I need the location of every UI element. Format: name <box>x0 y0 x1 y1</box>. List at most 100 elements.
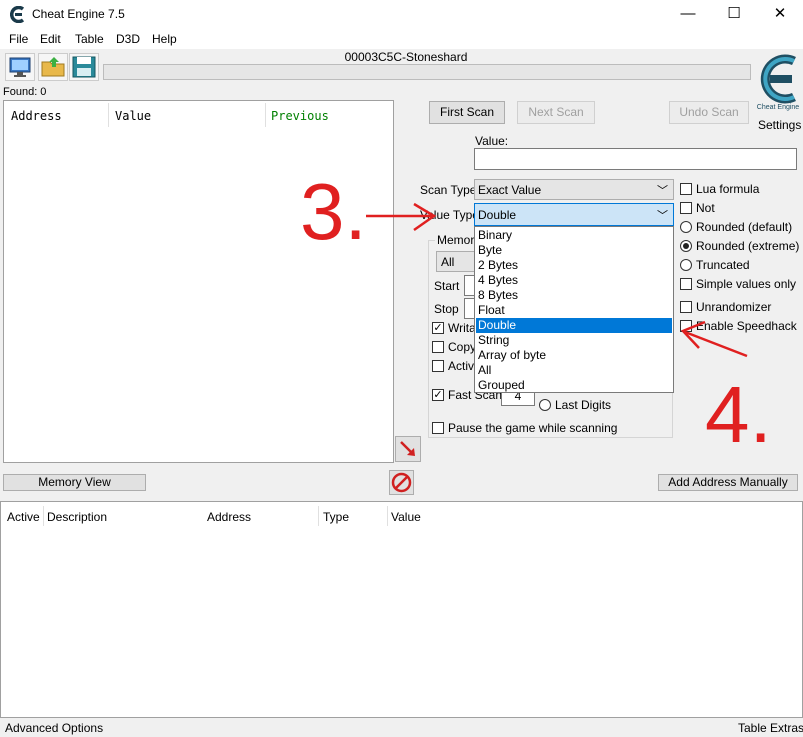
scan-type-select[interactable]: Exact Value ﹀ <box>474 179 674 200</box>
cheat-engine-logo-icon <box>9 5 26 24</box>
memory-region-value: All <box>441 255 455 269</box>
option-string[interactable]: String <box>476 333 672 348</box>
annotation-step-3: 3. <box>300 167 367 256</box>
last-digits-radio[interactable] <box>539 399 551 411</box>
next-scan-button[interactable]: Next Scan <box>517 101 595 124</box>
option-8-bytes[interactable]: 8 Bytes <box>476 288 672 303</box>
simple-values-checkbox[interactable] <box>680 278 692 290</box>
select-process-button[interactable] <box>5 53 35 81</box>
value-label: Value: <box>475 134 509 148</box>
address-list-column-value[interactable]: Value <box>391 510 421 524</box>
rounded-default-label: Rounded (default) <box>696 220 793 234</box>
first-scan-button[interactable]: First Scan <box>429 101 505 124</box>
stop-address-input[interactable] <box>464 298 474 319</box>
window-title: Cheat Engine 7.5 <box>32 7 125 21</box>
column-divider <box>318 506 319 526</box>
table-extras-link[interactable]: Table Extras <box>738 721 803 735</box>
annotation-arrow-up-left-icon <box>680 320 748 358</box>
clear-list-button[interactable] <box>389 470 414 495</box>
unrandomizer-label: Unrandomizer <box>696 300 772 314</box>
column-divider <box>108 103 109 127</box>
found-count: Found: 0 <box>3 86 47 98</box>
close-button[interactable]: ✕ <box>757 0 803 30</box>
lua-formula-label: Lua formula <box>696 182 760 196</box>
advanced-options-link[interactable]: Advanced Options <box>5 721 103 735</box>
option-array-of-byte[interactable]: Array of byte <box>476 348 672 363</box>
annotation-step-4: 4. <box>705 370 772 459</box>
memory-view-button[interactable]: Memory View <box>3 474 146 491</box>
address-list-column-description[interactable]: Description <box>47 510 107 524</box>
column-divider <box>43 506 44 526</box>
no-entry-icon <box>391 472 412 493</box>
pause-game-checkbox[interactable] <box>432 422 444 434</box>
not-label: Not <box>696 201 715 215</box>
copy-on-write-checkbox[interactable] <box>432 341 444 353</box>
rounded-extreme-radio[interactable] <box>680 240 692 252</box>
scan-progress-bar <box>103 64 751 80</box>
computer-icon <box>9 57 31 77</box>
start-address-label: Start <box>434 279 460 293</box>
cheat-engine-settings-logo-icon[interactable]: Cheat Engine <box>754 51 802 113</box>
last-digits-label: Last Digits <box>555 398 612 412</box>
open-file-button[interactable] <box>38 53 68 81</box>
process-name: 00003C5C-Stoneshard <box>344 50 468 64</box>
menu-help[interactable]: Help <box>152 32 177 46</box>
memory-region-select[interactable]: All <box>436 251 476 272</box>
value-type-value: Double <box>478 208 517 222</box>
settings-label[interactable]: Settings <box>758 118 801 132</box>
option-binary[interactable]: Binary <box>476 228 672 243</box>
active-memory-label: Activ <box>448 359 475 373</box>
cheat-table-address-list[interactable]: Active Description Address Type Value <box>0 501 803 718</box>
menu-bar: File Edit Table D3D Help <box>0 30 803 49</box>
menu-d3d[interactable]: D3D <box>116 32 140 46</box>
not-checkbox[interactable] <box>680 202 692 214</box>
add-to-address-list-button[interactable] <box>395 436 421 462</box>
option-4-bytes[interactable]: 4 Bytes <box>476 273 672 288</box>
svg-text:Cheat Engine: Cheat Engine <box>757 104 800 111</box>
option-double[interactable]: Double <box>476 318 672 333</box>
menu-file[interactable]: File <box>9 32 28 46</box>
save-icon <box>72 56 96 78</box>
value-type-select[interactable]: Double ﹀ <box>474 203 674 226</box>
fast-scan-checkbox[interactable]: ✓ <box>432 389 444 401</box>
save-file-button[interactable] <box>69 53 99 81</box>
unrandomizer-checkbox[interactable] <box>680 301 692 313</box>
title-bar: Cheat Engine 7.5 — ☐ ✕ <box>0 0 803 30</box>
option-float[interactable]: Float <box>476 303 672 318</box>
address-list-column-type[interactable]: Type <box>323 510 349 524</box>
maximize-button[interactable]: ☐ <box>711 0 757 30</box>
value-type-dropdown-list[interactable]: Binary Byte 2 Bytes 4 Bytes 8 Bytes Floa… <box>474 226 674 393</box>
red-arrow-down-right-icon <box>400 441 415 456</box>
writable-label: Writa <box>448 321 476 335</box>
option-grouped[interactable]: Grouped <box>476 378 672 393</box>
rounded-default-radio[interactable] <box>680 221 692 233</box>
add-address-manually-button[interactable]: Add Address Manually <box>658 474 798 491</box>
address-list-column-address[interactable]: Address <box>207 510 251 524</box>
address-list-column-active[interactable]: Active <box>7 510 40 524</box>
value-input[interactable] <box>474 148 797 170</box>
scan-type-value: Exact Value <box>478 183 542 197</box>
option-2-bytes[interactable]: 2 Bytes <box>476 258 672 273</box>
start-address-input[interactable] <box>464 275 474 296</box>
results-column-value[interactable]: Value <box>115 109 151 123</box>
menu-table[interactable]: Table <box>75 32 104 46</box>
option-all[interactable]: All <box>476 363 672 378</box>
scan-type-label: Scan Type <box>420 183 477 197</box>
lua-formula-checkbox[interactable] <box>680 183 692 195</box>
scan-results-list[interactable]: Address Value Previous <box>3 100 394 463</box>
truncated-label: Truncated <box>696 258 750 272</box>
undo-scan-button[interactable]: Undo Scan <box>669 101 749 124</box>
column-divider <box>265 103 266 127</box>
option-byte[interactable]: Byte <box>476 243 672 258</box>
results-column-previous[interactable]: Previous <box>271 109 329 123</box>
results-column-address[interactable]: Address <box>11 109 62 123</box>
truncated-radio[interactable] <box>680 259 692 271</box>
minimize-button[interactable]: — <box>665 0 711 30</box>
pause-game-label: Pause the game while scanning <box>448 421 618 435</box>
annotation-arrow-right-icon <box>366 202 437 232</box>
chevron-down-icon: ﹀ <box>657 185 668 197</box>
active-memory-checkbox[interactable] <box>432 360 444 372</box>
writable-checkbox[interactable]: ✓ <box>432 322 444 334</box>
chevron-down-icon: ﹀ <box>657 210 668 222</box>
menu-edit[interactable]: Edit <box>40 32 61 46</box>
